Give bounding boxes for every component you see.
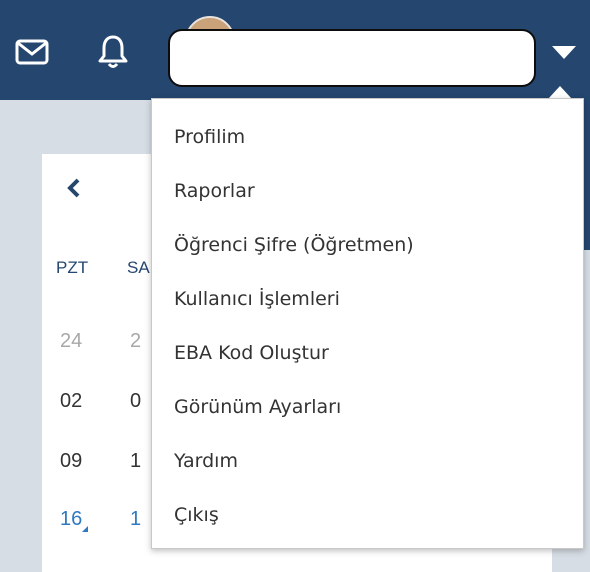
today-marker-icon (82, 526, 88, 532)
menu-item-eba-kod[interactable]: EBA Kod Oluştur (174, 333, 329, 373)
chevron-down-icon[interactable] (552, 46, 576, 59)
day-header-mon: PZT (56, 258, 89, 277)
calendar-day[interactable]: 2 (130, 330, 141, 353)
calendar-day[interactable]: 1 (130, 508, 141, 531)
user-name-redacted[interactable] (168, 29, 536, 87)
calendar-day[interactable]: 1 (130, 450, 141, 473)
menu-item-cikis[interactable]: Çıkış (174, 495, 219, 535)
bell-icon[interactable] (93, 32, 133, 72)
calendar-day[interactable]: 09 (60, 450, 82, 473)
menu-item-profilim[interactable]: Profilim (174, 117, 245, 157)
menu-item-ogrenci-sifre[interactable]: Öğrenci Şifre (Öğretmen) (174, 225, 414, 265)
menu-item-gorunum-ayarlari[interactable]: Görünüm Ayarları (174, 387, 341, 427)
calendar-day[interactable]: 0 (130, 390, 141, 413)
menu-item-raporlar[interactable]: Raporlar (174, 171, 255, 211)
menu-item-yardim[interactable]: Yardım (174, 441, 238, 481)
calendar-day-today[interactable]: 16 (60, 508, 82, 531)
day-header-tue: SA (127, 258, 150, 277)
chevron-left-icon[interactable] (64, 176, 88, 200)
calendar-day[interactable]: 24 (60, 330, 82, 353)
top-header-bar (0, 0, 590, 100)
calendar-day[interactable]: 02 (60, 390, 82, 413)
user-dropdown-menu: Profilim Raporlar Öğrenci Şifre (Öğretme… (151, 98, 584, 549)
menu-item-kullanici-islemleri[interactable]: Kullanıcı İşlemleri (174, 279, 340, 319)
mail-icon[interactable] (12, 32, 52, 72)
scrollbar[interactable] (584, 100, 590, 250)
